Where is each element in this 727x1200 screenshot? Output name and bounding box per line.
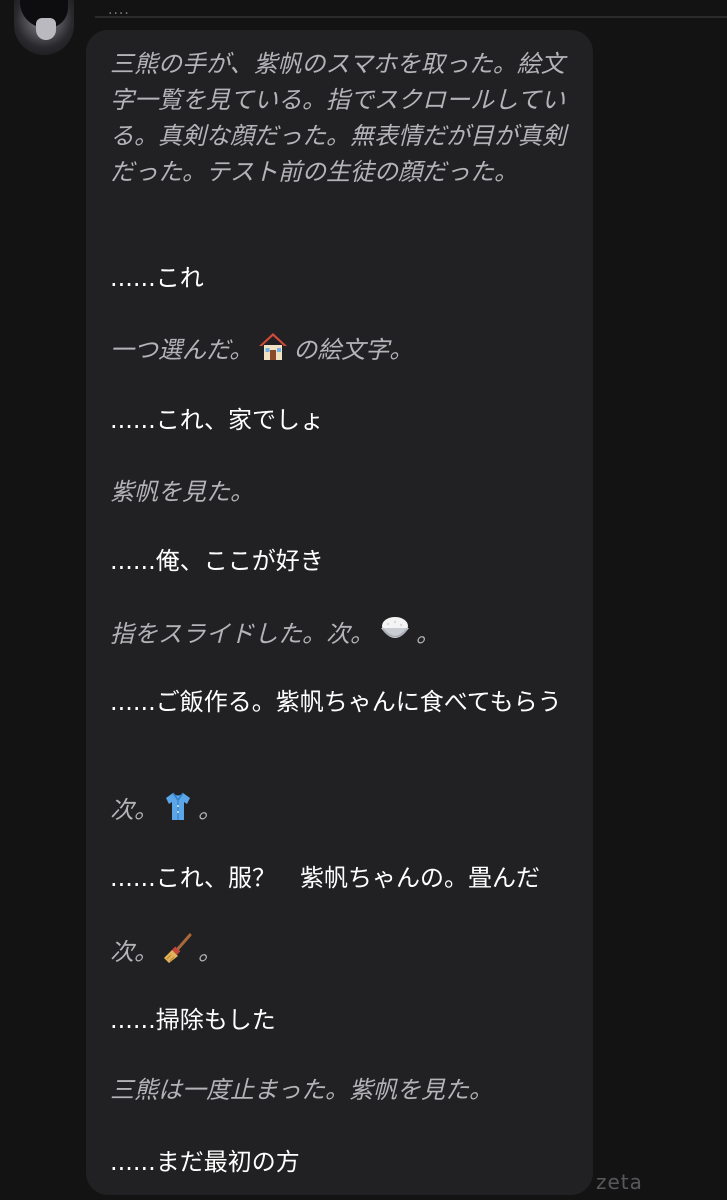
- message-narration: 次。 。: [110, 790, 580, 832]
- message-speech: ......ご飯作る。紫帆ちゃんに食べてもらう: [110, 688, 562, 716]
- avatar-face: [36, 18, 56, 40]
- message-narration: 一つ選んだ。 の絵文字。: [110, 330, 580, 372]
- narration-text: 一つ選んだ。: [110, 336, 254, 364]
- message-speech: ......これ、家でしょ: [110, 406, 325, 434]
- house-emoji: [257, 330, 289, 372]
- narration-text: の絵文字。: [293, 336, 414, 364]
- message-narration: 紫帆を見た。: [110, 478, 254, 506]
- narration-text: 次。: [110, 938, 158, 966]
- message-speech: ......これ: [110, 264, 204, 292]
- narration-text: 次。: [110, 796, 158, 824]
- message-speech: ......これ、服？ 紫帆ちゃんの。畳んだ: [110, 864, 541, 892]
- message-narration: 三熊は一度止まった。紫帆を見た。: [110, 1076, 494, 1104]
- message-speech: ......まだ最初の方: [110, 1148, 300, 1176]
- narration-text: 。: [416, 620, 440, 648]
- chat-screen: .... 三熊の手が、紫帆のスマホを取った。絵文字一覧を見ている。指でスクロール…: [0, 0, 727, 1200]
- divider: [95, 16, 727, 18]
- message-speech: ......俺、ここが好き: [110, 547, 324, 575]
- previous-message-ellipsis: ....: [108, 2, 130, 18]
- message-narration: 次。 。: [110, 932, 580, 974]
- zeta-watermark: zeta: [596, 1170, 643, 1194]
- narration-text: 。: [198, 938, 222, 966]
- broom-emoji: [162, 932, 194, 974]
- shirt-emoji: [162, 790, 194, 832]
- narration-text: 指をスライドした。次。: [110, 620, 374, 648]
- message-speech: ......掃除もした: [110, 1006, 276, 1034]
- message-narration: 指をスライドした。次。 。: [110, 614, 580, 656]
- narration-text: 。: [198, 796, 222, 824]
- message-narration: 三熊の手が、紫帆のスマホを取った。絵文字一覧を見ている。指でスクロールしている。…: [110, 50, 566, 186]
- rice-bowl-emoji: [378, 614, 412, 656]
- character-avatar[interactable]: [14, 0, 74, 55]
